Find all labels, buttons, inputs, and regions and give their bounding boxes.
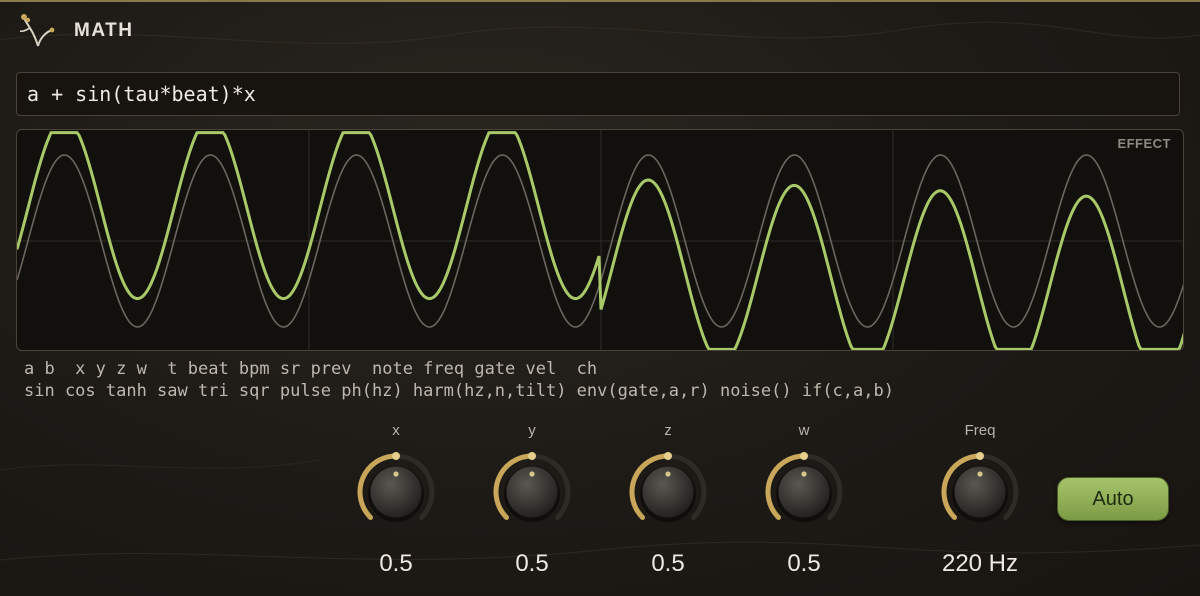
knob-freq-label: Freq [964,422,996,439]
branch-logo-icon [19,14,55,47]
scope-label: EFFECT [1117,136,1171,151]
plugin-title: MATH [74,20,134,41]
knob-handle [800,452,808,460]
knob-w-group: w 0.5 [754,420,854,590]
knob-w-label: w [798,422,810,439]
knob-y-label: y [528,422,536,439]
knob-y[interactable] [492,452,572,532]
function-reference: sin cos tanh saw tri sqr pulse ph(hz) ha… [24,381,894,401]
knob-indicator [665,471,671,477]
knob-w-value: 0.5 [787,550,821,577]
knob-x-group: x 0.5 [346,420,446,590]
variable-reference: a b x y z w t beat bpm sr prev note freq… [24,359,598,379]
auto-button[interactable]: Auto [1057,477,1169,521]
knob-x-label: x [392,422,400,439]
knob-handle [528,452,536,460]
knob-handle [976,452,984,460]
knob-w[interactable] [764,452,844,532]
knob-indicator [529,471,535,477]
knob-freq-group: Freq 220 Hz [930,420,1030,590]
knob-handle [664,452,672,460]
knob-z-label: z [664,422,672,439]
knob-indicator [801,471,807,477]
waveform-scope: EFFECT [16,129,1184,351]
knob-indicator [393,471,399,477]
knob-freq-value: 220 Hz [941,550,1019,577]
knob-z-group: z 0.5 [618,420,718,590]
waveform-plot [17,130,1183,350]
knob-x-value: 0.5 [379,550,413,577]
knob-handle [392,452,400,460]
knob-z-value: 0.5 [651,550,685,577]
knob-y-value: 0.5 [515,550,549,577]
knob-y-group: y 0.5 [482,420,582,590]
expression-input[interactable]: a + sin(tau*beat)*x [16,72,1180,116]
knob-freq[interactable] [940,452,1020,532]
knob-z[interactable] [628,452,708,532]
knob-indicator [977,471,983,477]
knob-x[interactable] [356,452,436,532]
